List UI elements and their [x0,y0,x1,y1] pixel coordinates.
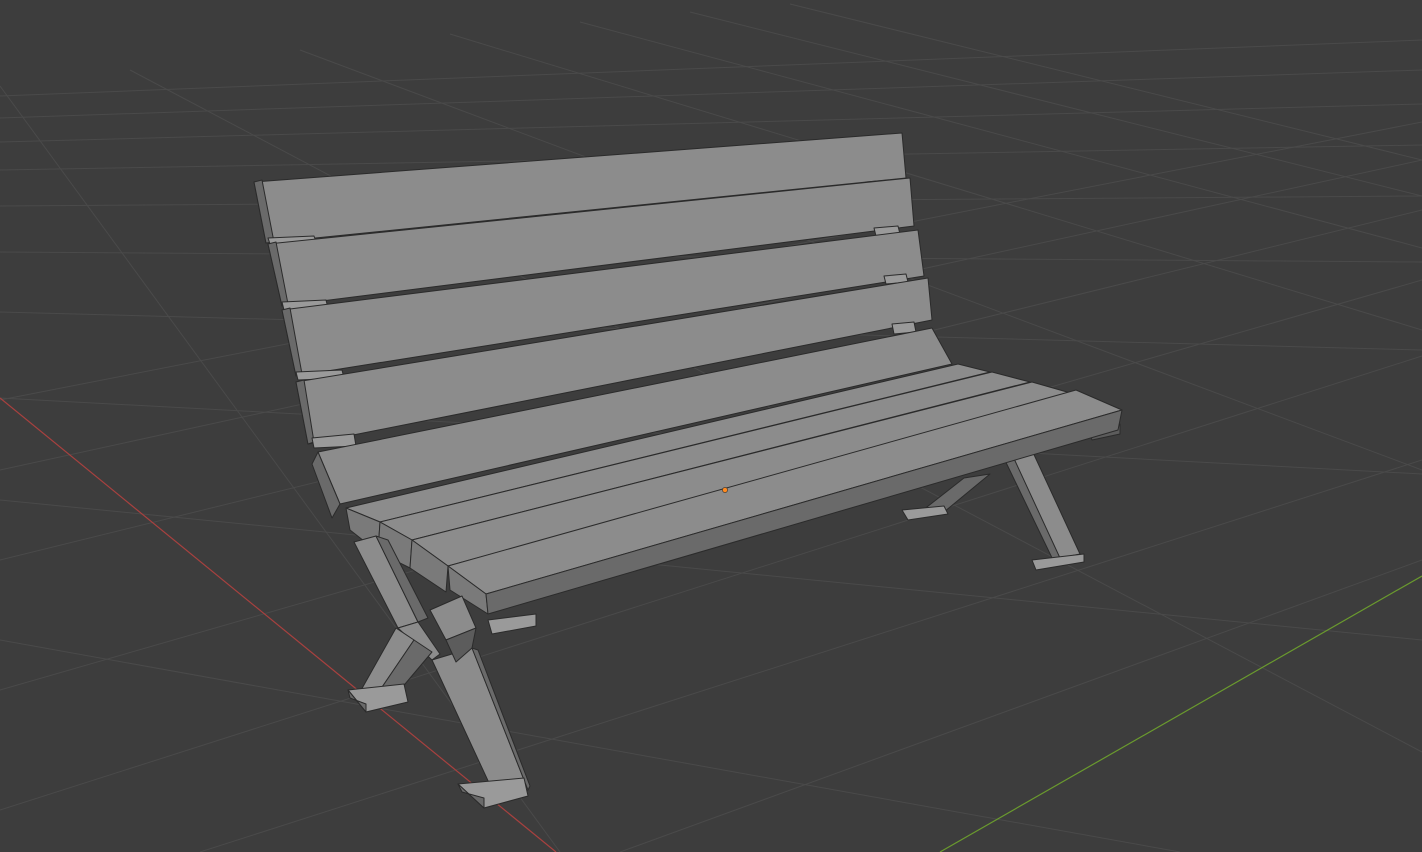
origin-point[interactable] [722,487,728,493]
3d-viewport[interactable] [0,0,1422,852]
viewport-canvas[interactable] [0,0,1422,852]
bench-mesh[interactable] [253,132,1123,809]
